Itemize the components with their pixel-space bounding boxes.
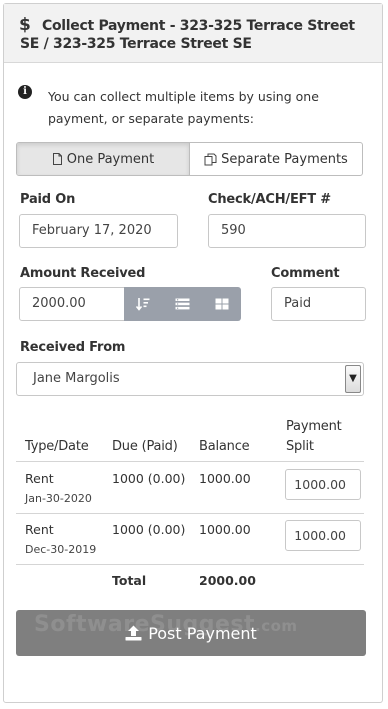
paid-on-label: Paid On: [20, 192, 76, 207]
received-from-select[interactable]: Jane Margolis ▼: [16, 362, 364, 396]
col-header-due-paid: Due (Paid): [112, 439, 178, 454]
separate-payments-button[interactable]: Separate Payments: [190, 143, 362, 175]
post-payment-label: Post Payment: [148, 623, 257, 643]
amount-actions: [124, 287, 241, 321]
info-text: You can collect multiple items by using …: [48, 89, 319, 126]
col-header-balance: Balance: [199, 439, 250, 454]
row-1-split-input[interactable]: 1000.00: [285, 469, 361, 500]
list-button[interactable]: [163, 287, 202, 321]
copy-icon: [204, 153, 217, 165]
row-2-type: Rent: [25, 522, 54, 537]
payment-mode-toggle: One Payment Separate Payments: [16, 142, 363, 176]
total-value: 2000.00: [199, 573, 256, 588]
received-from-value: Jane Margolis: [33, 371, 120, 386]
row-2-date: Dec-30-2019: [25, 543, 97, 556]
amount-received-field[interactable]: 2000.00: [19, 287, 126, 321]
row-divider: [16, 564, 364, 565]
row-2-split-input[interactable]: 1000.00: [285, 520, 361, 551]
upload-icon: [125, 625, 142, 641]
row-1-type: Rent: [25, 471, 54, 486]
separate-payments-label: Separate Payments: [221, 151, 348, 167]
list-icon: [175, 298, 190, 310]
row-1-date: Jan-30-2020: [25, 492, 92, 505]
check-number-field[interactable]: 590: [208, 214, 366, 248]
one-payment-label: One Payment: [66, 151, 155, 167]
table-header-divider: [16, 461, 364, 462]
row-2-balance: 1000.00: [199, 522, 251, 537]
col-header-payment: Payment: [286, 419, 342, 434]
row-divider: [16, 513, 364, 514]
received-from-label: Received From: [20, 340, 126, 355]
one-payment-button[interactable]: One Payment: [17, 143, 190, 175]
total-label: Total: [112, 573, 147, 588]
sort-button[interactable]: [124, 287, 163, 321]
paid-on-date-field[interactable]: February 17, 2020: [19, 214, 178, 248]
panel-title: Collect Payment - 323-325 Terrace Street…: [20, 18, 355, 52]
file-icon: [52, 153, 62, 165]
row-1-due: 1000 (0.00): [112, 471, 186, 486]
col-header-split: Split: [286, 439, 314, 454]
col-header-type-date: Type/Date: [25, 439, 89, 454]
post-payment-button[interactable]: Post Payment: [16, 610, 366, 656]
check-number-label: Check/ACH/EFT #: [208, 192, 331, 207]
row-1-balance: 1000.00: [199, 471, 251, 486]
row-2-due: 1000 (0.00): [112, 522, 186, 537]
grid-icon: [215, 298, 228, 310]
amount-received-label: Amount Received: [20, 266, 146, 281]
comment-label: Comment: [271, 266, 340, 281]
comment-field[interactable]: Paid: [271, 287, 366, 321]
sort-icon: [136, 298, 150, 311]
chevron-down-icon[interactable]: ▼: [345, 365, 361, 393]
panel-header: $ Collect Payment - 323-325 Terrace Stre…: [4, 4, 382, 63]
info-icon: i: [18, 85, 32, 99]
grid-button[interactable]: [202, 287, 241, 321]
